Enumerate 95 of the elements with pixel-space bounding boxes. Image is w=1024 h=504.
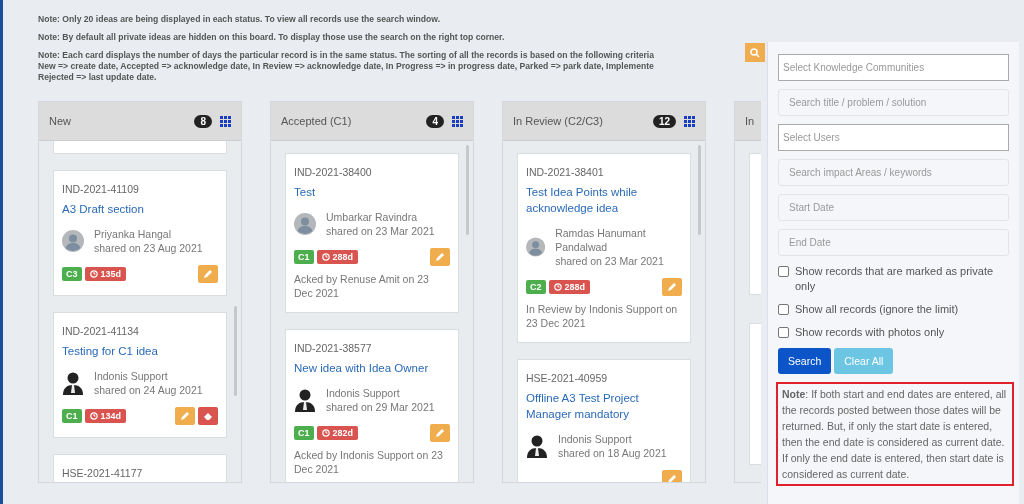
idea-title-link[interactable]: New idea with Idea Owner <box>294 360 450 376</box>
checkbox-option[interactable]: Show records that are marked as private only <box>778 264 1013 294</box>
avatar-icon <box>526 236 546 258</box>
note-text: Note: By default all private ideas are hidden on this board. To display those use the search on the right top corner. <box>38 32 505 43</box>
author-name: Indonis Support <box>326 386 401 400</box>
idea-id: IND-2021-41134 <box>62 325 140 337</box>
grid-icon[interactable] <box>452 115 463 127</box>
avatar-icon <box>62 230 84 252</box>
category-tag: C2 <box>526 280 546 294</box>
date-note: Note: If both start and end dates are entered, all the records posted between those dates will be returned. But, if only the start date is entered, then the end date is considered as current date. If only the end date is entered, then start date is considered as current date. <box>776 382 1014 486</box>
edit-button[interactable] <box>175 407 195 425</box>
column-title: Accepted (C1) <box>281 115 353 127</box>
author-name: Indonis Support <box>94 369 169 383</box>
checkbox[interactable] <box>778 304 789 315</box>
idea-id: IND-2021-38400 <box>294 166 373 178</box>
note-text: Rejected => last update date. <box>38 72 157 83</box>
idea-id: IND-2021-38577 <box>294 342 373 354</box>
input-field[interactable]: End Date <box>778 229 1009 256</box>
select-field[interactable]: Select Users <box>778 124 1009 151</box>
pencil-icon <box>435 252 445 262</box>
days-tag: 288d <box>316 250 359 264</box>
author-name: Priyanka Hangal <box>94 227 173 241</box>
category-tag: C1 <box>294 250 314 264</box>
days-tag: 134d <box>84 409 127 423</box>
checkbox[interactable] <box>778 266 789 277</box>
author-name: Umbarkar Ravindra <box>326 210 419 224</box>
count-badge: 8 <box>194 114 212 128</box>
pencil-icon <box>435 428 445 438</box>
column-title: New <box>49 115 72 127</box>
grid-icon[interactable] <box>220 115 231 127</box>
shared-date: shared on 29 Mar 2021 <box>326 400 435 414</box>
search-button[interactable]: Search <box>778 348 832 374</box>
author-name: Indonis Support <box>558 432 633 446</box>
clock-icon <box>321 429 330 437</box>
pencil-icon <box>667 282 677 292</box>
pencil-icon <box>180 411 190 421</box>
checkbox-option[interactable]: Show all records (ignore the limit) <box>778 302 1013 317</box>
days-tag: 282d <box>316 426 359 440</box>
count-badge: 12 <box>652 114 676 128</box>
grid-icon[interactable] <box>684 115 695 127</box>
status-text: In Review by Indonis Support on 23 Dec 2021 <box>526 302 679 330</box>
days-tag: 135d <box>84 267 127 281</box>
edit-button[interactable] <box>198 265 218 283</box>
clock-icon <box>89 412 98 420</box>
idea-id: HSE-2021-40959 <box>526 372 609 384</box>
eraser-icon <box>203 411 213 421</box>
idea-title-link[interactable]: A3 Draft section <box>62 201 218 217</box>
person-icon <box>294 388 316 412</box>
pencil-icon <box>667 474 677 482</box>
days-tag: 288d <box>548 280 591 294</box>
idea-title-link[interactable]: Testing for C1 idea <box>62 343 218 359</box>
checkbox-option[interactable]: Show records with photos only <box>778 325 1013 340</box>
edit-button[interactable] <box>662 278 682 296</box>
shared-date: shared on 23 Mar 2021 <box>555 254 665 268</box>
column-title: In <box>745 115 756 127</box>
clock-icon <box>89 270 98 278</box>
note-text: Note: Each card displays the number of days the particular record is in the same status. The sorting of all the records is based on the following criteria <box>38 50 655 61</box>
search-button[interactable] <box>745 43 765 62</box>
status-text: Acked by Renuse Amit on 23 Dec 2021 <box>294 272 430 300</box>
shared-date: shared on 18 Aug 2021 <box>558 446 667 460</box>
clock-icon <box>321 253 330 261</box>
input-field[interactable]: Search title / problem / solution <box>778 89 1009 116</box>
pencil-icon <box>203 269 213 279</box>
shared-date: shared on 23 Aug 2021 <box>94 241 203 255</box>
note-text: New => create date, Accepted => acknowledge date, In Review => acknowledge date, In Progress => in progress date, Parked => park date, Implemente <box>38 61 654 72</box>
count-badge: 4 <box>426 114 444 128</box>
edit-button[interactable] <box>430 424 450 442</box>
shared-date: shared on 24 Aug 2021 <box>94 383 203 397</box>
search-icon <box>750 47 760 58</box>
avatar-icon <box>294 213 316 235</box>
scrollbar[interactable] <box>466 145 469 235</box>
idea-id: HSE-2021-41177 <box>62 467 144 479</box>
category-tag: C3 <box>62 267 82 281</box>
input-field[interactable]: Search impact Areas / keywords <box>778 159 1009 186</box>
erase-button[interactable] <box>198 407 218 425</box>
clock-icon <box>553 283 562 291</box>
note-text: Note: Only 20 ideas are being displayed in each status. To view all records use the search window. <box>38 14 441 25</box>
scrollbar[interactable] <box>234 306 237 396</box>
status-text: Acked by Indonis Support on 23 Dec 2021 <box>294 448 444 476</box>
edit-button[interactable] <box>430 248 450 266</box>
person-icon <box>62 371 84 395</box>
category-tag: C1 <box>294 426 314 440</box>
category-tag: C1 <box>62 409 82 423</box>
scrollbar[interactable] <box>698 145 701 235</box>
input-field[interactable]: Start Date <box>778 194 1009 221</box>
idea-title-link[interactable]: Offline A3 Test Project Manager mandatory <box>526 390 682 422</box>
select-field[interactable]: Select Knowledge Communities <box>778 54 1009 81</box>
column-title: In Review (C2/C3) <box>513 115 604 127</box>
idea-title-link[interactable]: Test <box>294 184 450 200</box>
shared-date: shared on 23 Mar 2021 <box>326 224 435 238</box>
idea-id: IND-2021-38401 <box>526 166 605 178</box>
idea-title-link[interactable]: Test Idea Points while acknowledge idea <box>526 184 682 216</box>
idea-id: IND-2021-41109 <box>62 183 140 195</box>
checkbox[interactable] <box>778 327 789 338</box>
person-icon <box>526 434 548 458</box>
